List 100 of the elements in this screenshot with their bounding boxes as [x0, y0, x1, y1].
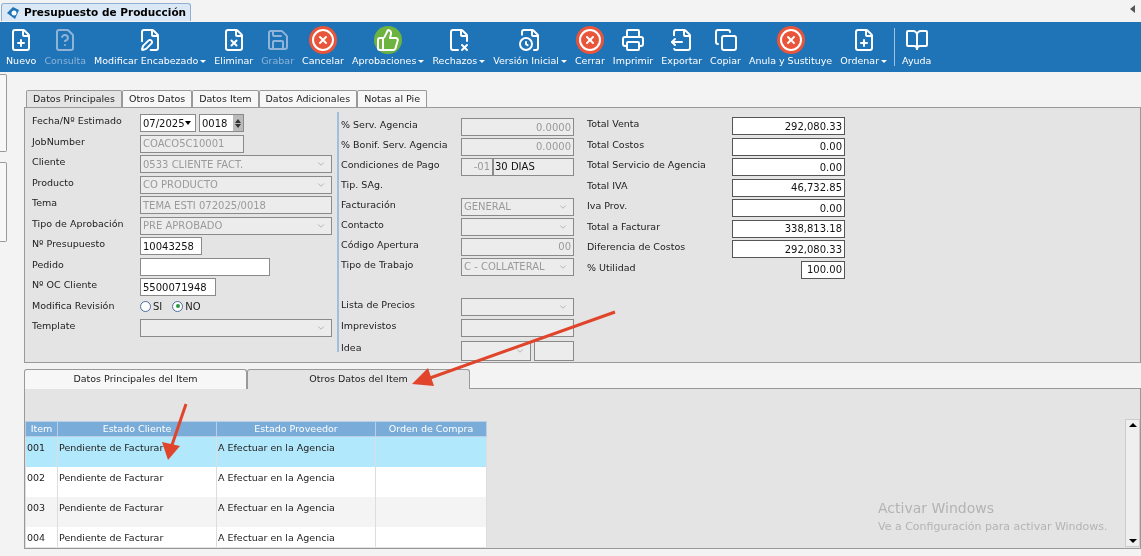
tab[interactable]: Datos Adicionales — [258, 90, 358, 107]
toolbar-button[interactable]: Cerrar — [571, 23, 609, 71]
total-field: 292,080.33 — [732, 117, 845, 135]
radio-button[interactable] — [172, 300, 184, 312]
field-label: Total Costos — [587, 137, 646, 152]
total-field: 292,080.33 — [732, 240, 845, 258]
side-tab[interactable] — [0, 162, 7, 242]
spinner-arrows-icon — [233, 115, 243, 131]
text-field[interactable]: 10043258 — [140, 237, 202, 255]
field-label: Facturación — [341, 197, 397, 212]
field-label: % Serv. Agencia — [341, 118, 419, 132]
field-label: Nº OC Cliente — [32, 278, 99, 292]
toolbar-button[interactable]: Versión Inicial — [489, 23, 571, 71]
field-label: Template — [32, 319, 77, 333]
field-label: Diferencia de Costos — [587, 240, 687, 254]
toolbar-button[interactable]: Anula y Sustituye — [744, 23, 837, 71]
side-tab[interactable] — [0, 74, 7, 152]
text-field[interactable] — [140, 257, 270, 276]
radio-option[interactable]: NO — [172, 298, 201, 314]
total-field: 100.00 — [801, 260, 845, 279]
field-label: Tipo de Trabajo — [341, 257, 415, 272]
field-label: Cliente — [32, 155, 67, 169]
number-spinner[interactable]: 0018 — [199, 114, 244, 132]
column-header: Estado Cliente — [57, 421, 217, 437]
scroll-down-icon[interactable] — [1128, 539, 1137, 543]
toolbar-button[interactable]: Ordenar — [836, 23, 892, 71]
total-field: 0.00 — [732, 199, 845, 217]
toolbar-button[interactable]: Exportar — [657, 23, 707, 71]
x-circle-icon — [575, 25, 604, 54]
table-cell: A Efectuar en la Agencia — [216, 496, 376, 527]
table-cell: A Efectuar en la Agencia — [216, 436, 376, 467]
column-header: Estado Proveedor — [216, 421, 376, 437]
tab[interactable]: Otros Datos — [121, 90, 193, 107]
table-cell: 003 — [25, 496, 58, 527]
toolbar-button[interactable]: Nuevo — [2, 23, 41, 71]
field-label: Condiciones de Pago — [341, 157, 441, 172]
tab[interactable]: Otros Datos del Item — [247, 369, 470, 389]
field-label: Modifica Revisión — [32, 298, 116, 313]
thumbs-up-icon — [374, 25, 403, 54]
toolbar-button[interactable]: Modificar Encabezado — [90, 23, 211, 71]
dropdown-caret-icon — [316, 323, 326, 333]
table-cell: 004 — [25, 526, 58, 547]
tab[interactable]: Datos Principales — [26, 90, 122, 107]
radio-option[interactable]: SI — [140, 298, 163, 314]
table-row[interactable]: 002 Pendiente de Facturar A Efectuar en la Agencia — [25, 466, 487, 497]
field-label: Lista de Precios — [341, 297, 417, 312]
table-cell: Pendiente de Facturar — [57, 526, 217, 547]
toolbar-button[interactable]: Imprimir — [608, 23, 658, 71]
tab[interactable]: Notas al Pie — [357, 90, 428, 107]
table-cell: Pendiente de Facturar — [57, 466, 217, 497]
tab[interactable]: Datos Principales del Item — [24, 369, 247, 389]
scrollbar[interactable] — [1125, 419, 1140, 547]
field-label: Idea — [341, 340, 363, 355]
table-cell: 001 — [25, 436, 58, 467]
field-label: Producto — [32, 175, 75, 190]
toolbar-button[interactable]: Aprobaciones — [348, 23, 429, 71]
column-header: Item — [25, 421, 58, 437]
field-label: % Utilidad — [587, 260, 637, 275]
field-label: Código Apertura — [341, 237, 420, 252]
field-label: Fecha/Nº Estimado — [32, 114, 123, 128]
table-row[interactable]: 004 Pendiente de Facturar A Efectuar en la Agencia — [25, 526, 487, 547]
field-label: Tip. SAg. — [341, 177, 384, 192]
total-field: 46,732.85 — [732, 178, 845, 197]
total-field: 0.00 — [732, 158, 845, 176]
dropdown-caret-icon — [185, 121, 191, 125]
table-cell: A Efectuar en la Agencia — [216, 466, 376, 497]
table-cell: 002 — [25, 466, 58, 497]
toolbar-button[interactable]: Ayuda — [898, 23, 936, 71]
toolbar-button[interactable]: Eliminar — [210, 23, 258, 71]
table-row[interactable]: 003 Pendiente de Facturar A Efectuar en la Agencia — [25, 496, 487, 527]
field-label: Total a Facturar — [587, 219, 662, 234]
scroll-up-icon[interactable] — [1128, 423, 1137, 427]
text-field[interactable]: 5500071948 — [140, 278, 216, 296]
tab[interactable]: Datos Item — [192, 90, 259, 107]
document-tab[interactable]: Presupuesto de Producción — [1, 3, 192, 21]
field-label: Pedido — [32, 257, 65, 272]
toolbar-button[interactable]: Cancelar — [298, 23, 348, 71]
field-label: Tipo de Aprobación — [32, 216, 125, 231]
field-label: Contacto — [341, 217, 385, 232]
field-label: Tema — [32, 196, 59, 210]
table-cell: A Efectuar en la Agencia — [216, 526, 376, 547]
column-header: Orden de Compra — [375, 421, 487, 437]
dropdown-caret-icon — [316, 159, 326, 169]
date-dropdown[interactable]: 07/2025 — [140, 114, 196, 132]
field-label: Total Servicio de Agencia — [587, 158, 707, 172]
app-logo-icon — [6, 5, 20, 20]
x-circle-icon — [776, 25, 805, 54]
field-label: % Bonif. Serv. Agencia — [341, 137, 449, 152]
field-label: Imprevistos — [341, 319, 398, 334]
toolbar-button[interactable]: Rechazos — [428, 23, 490, 71]
text-field[interactable] — [534, 340, 574, 361]
radio-button[interactable] — [140, 300, 151, 312]
field-label: Total IVA — [587, 178, 629, 193]
toolbar-button[interactable]: Copiar — [706, 23, 745, 71]
table-cell: Pendiente de Facturar — [57, 496, 217, 527]
table-row[interactable]: 001 Pendiente de Facturar A Efectuar en la Agencia — [25, 436, 487, 467]
field-label: Total Venta — [587, 117, 641, 131]
total-field: 338,813.18 — [732, 219, 845, 238]
collapse-arrow-icon[interactable] — [1130, 5, 1135, 13]
field-label: JobNumber — [32, 134, 86, 149]
